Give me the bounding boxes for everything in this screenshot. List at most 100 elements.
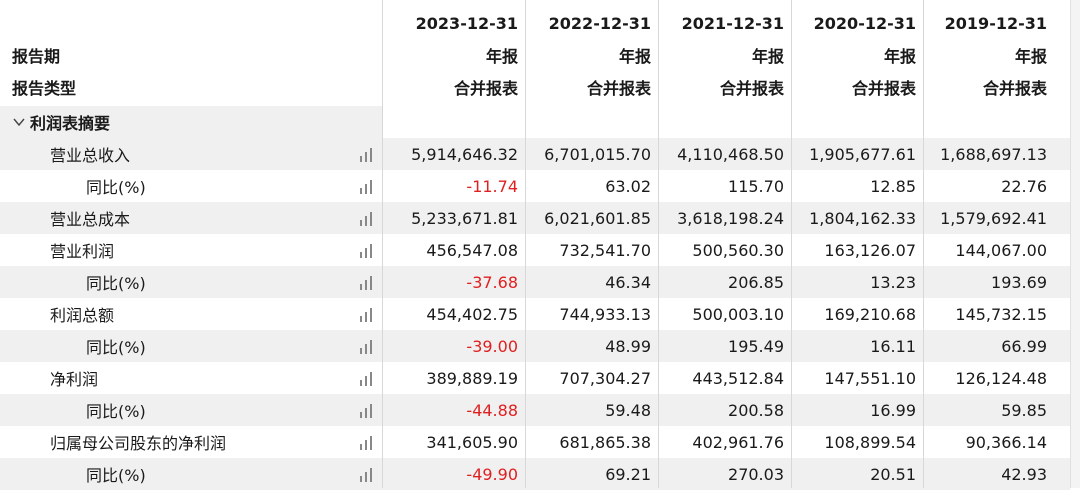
table-row[interactable]: 营业利润 456,547.08 732,541.70 500,560.30 163,12… — [0, 234, 1070, 266]
bar-chart-icon[interactable] — [358, 370, 376, 386]
table-cell[interactable]: 5,914,646.32 — [382, 138, 525, 170]
table-cell[interactable]: 389,889.19 — [382, 362, 525, 394]
table-row[interactable]: 净利润 389,889.19 707,304.27 443,512.84 147,551… — [0, 362, 1070, 394]
table-cell[interactable]: 115.70 — [658, 170, 791, 202]
table-cell[interactable]: 20.51 — [791, 458, 923, 490]
table-cell[interactable]: 1,688,697.13 — [923, 138, 1054, 170]
table-cell[interactable]: 456,547.08 — [382, 234, 525, 266]
table-cell[interactable]: 500,003.10 — [658, 298, 791, 330]
column-divider — [658, 0, 659, 488]
table-cell[interactable]: 69.21 — [525, 458, 658, 490]
bar-chart-icon[interactable] — [358, 402, 376, 418]
table-cell[interactable]: 500,560.30 — [658, 234, 791, 266]
table-cell[interactable]: 16.99 — [791, 394, 923, 426]
row-label: 营业总收入 — [0, 138, 382, 170]
table-cell[interactable]: 144,067.00 — [923, 234, 1054, 266]
table-cell[interactable]: 22.76 — [923, 170, 1054, 202]
table-cell[interactable]: 90,366.14 — [923, 426, 1054, 458]
table-cell[interactable]: 200.58 — [658, 394, 791, 426]
row-label: 同比(%) — [0, 330, 382, 362]
table-cell[interactable]: -49.90 — [382, 458, 525, 490]
bar-chart-icon[interactable] — [358, 434, 376, 450]
table-cell[interactable]: 48.99 — [525, 330, 658, 362]
chevron-down-icon[interactable] — [12, 115, 26, 129]
section-row[interactable]: 利润表摘要 — [0, 106, 1070, 138]
table-cell[interactable]: 59.85 — [923, 394, 1054, 426]
table-cell[interactable]: 681,865.38 — [525, 426, 658, 458]
table-cell[interactable]: -39.00 — [382, 330, 525, 362]
table-cell[interactable]: 46.34 — [525, 266, 658, 298]
table-cell[interactable]: 6,021,601.85 — [525, 202, 658, 234]
table-cell[interactable]: 145,732.15 — [923, 298, 1054, 330]
table-row[interactable]: 同比(%) -11.74 63.02 115.70 12.85 22.76 — [0, 170, 1070, 202]
table-cell[interactable]: 16.11 — [791, 330, 923, 362]
table-cell[interactable]: -11.74 — [382, 170, 525, 202]
scrollbar[interactable] — [1070, 0, 1080, 488]
table-row[interactable]: 同比(%) -39.00 48.99 195.49 16.11 66.99 — [0, 330, 1070, 362]
table-row[interactable]: 营业总成本 5,233,671.81 6,021,601.85 3,618,198.2… — [0, 202, 1070, 234]
table-row[interactable]: 利润总额 454,402.75 744,933.13 500,003.10 169,21… — [0, 298, 1070, 330]
table-row[interactable]: 营业总收入 5,914,646.32 6,701,015.70 4,110,468.5… — [0, 138, 1070, 170]
type-value: 合并报表 — [586, 79, 651, 98]
bar-chart-icon[interactable] — [358, 242, 376, 258]
table-row[interactable]: 同比(%) -37.68 46.34 206.85 13.23 193.69 — [0, 266, 1070, 298]
table-cell[interactable]: 108,899.54 — [791, 426, 923, 458]
table-cell[interactable]: 13.23 — [791, 266, 923, 298]
row-label-text: 营业总收入 — [50, 146, 131, 165]
table-cell[interactable]: 126,124.48 — [923, 362, 1054, 394]
table-cell[interactable]: 744,933.13 — [525, 298, 658, 330]
table-cell[interactable]: 270.03 — [658, 458, 791, 490]
financial-table: 2023-12-31 2022-12-31 2021-12-31 2020-12… — [0, 0, 1080, 490]
table-cell[interactable]: 707,304.27 — [525, 362, 658, 394]
table-cell[interactable]: 4,110,468.50 — [658, 138, 791, 170]
table-cell[interactable]: 12.85 — [791, 170, 923, 202]
table-cell[interactable]: 195.49 — [658, 330, 791, 362]
bar-chart-icon[interactable] — [358, 274, 376, 290]
bar-chart-icon[interactable] — [358, 178, 376, 194]
table-cell[interactable]: 59.48 — [525, 394, 658, 426]
table-cell[interactable]: 63.02 — [525, 170, 658, 202]
table-cell[interactable]: 3,618,198.24 — [658, 202, 791, 234]
table-row[interactable]: 归属母公司股东的净利润 341,605.90 681,865.38 402,961.7… — [0, 426, 1070, 458]
table-cell[interactable]: 163,126.07 — [791, 234, 923, 266]
header-date[interactable]: 2021-12-31 — [658, 8, 791, 38]
table-cell[interactable]: 1,804,162.33 — [791, 202, 923, 234]
row-label: 同比(%) — [0, 394, 382, 426]
table-cell[interactable]: 42.93 — [923, 458, 1054, 490]
table-cell[interactable]: 443,512.84 — [658, 362, 791, 394]
table-cell[interactable]: 147,551.10 — [791, 362, 923, 394]
table-row[interactable]: 同比(%) -49.90 69.21 270.03 20.51 42.93 — [0, 458, 1070, 490]
table-row[interactable]: 同比(%) -44.88 59.48 200.58 16.99 59.85 — [0, 394, 1070, 426]
bar-chart-icon[interactable] — [358, 338, 376, 354]
row-label: 营业总成本 — [0, 202, 382, 234]
row-label-text: 同比(%) — [86, 402, 146, 421]
table-cell[interactable]: 206.85 — [658, 266, 791, 298]
section-toggle[interactable]: 利润表摘要 — [0, 106, 382, 138]
table-cell[interactable]: 6,701,015.70 — [525, 138, 658, 170]
table-cell[interactable]: 66.99 — [923, 330, 1054, 362]
table-cell[interactable]: 1,905,677.61 — [791, 138, 923, 170]
table-cell[interactable]: 341,605.90 — [382, 426, 525, 458]
table-cell[interactable]: 732,541.70 — [525, 234, 658, 266]
row-label-text: 同比(%) — [86, 338, 146, 357]
table-cell[interactable]: 5,233,671.81 — [382, 202, 525, 234]
table-cell[interactable]: -44.88 — [382, 394, 525, 426]
header-date[interactable]: 2020-12-31 — [791, 8, 923, 38]
bar-chart-icon[interactable] — [358, 146, 376, 162]
table-cell[interactable]: 402,961.76 — [658, 426, 791, 458]
bar-chart-icon[interactable] — [358, 466, 376, 482]
header-date-row: 2023-12-31 2022-12-31 2021-12-31 2020-12… — [0, 8, 1070, 38]
header-date[interactable]: 2019-12-31 — [923, 8, 1054, 38]
bar-chart-icon[interactable] — [358, 210, 376, 226]
table-cell[interactable]: 169,210.68 — [791, 298, 923, 330]
column-divider — [791, 0, 792, 488]
table-cell[interactable]: -37.68 — [382, 266, 525, 298]
header-date[interactable]: 2023-12-31 — [382, 8, 525, 38]
period-label-text: 报告期 — [12, 47, 61, 66]
table-cell[interactable]: 193.69 — [923, 266, 1054, 298]
table-cell[interactable]: 1,579,692.41 — [923, 202, 1054, 234]
bar-chart-icon[interactable] — [358, 306, 376, 322]
row-label-text: 同比(%) — [86, 178, 146, 197]
header-date[interactable]: 2022-12-31 — [525, 8, 658, 38]
table-cell[interactable]: 454,402.75 — [382, 298, 525, 330]
